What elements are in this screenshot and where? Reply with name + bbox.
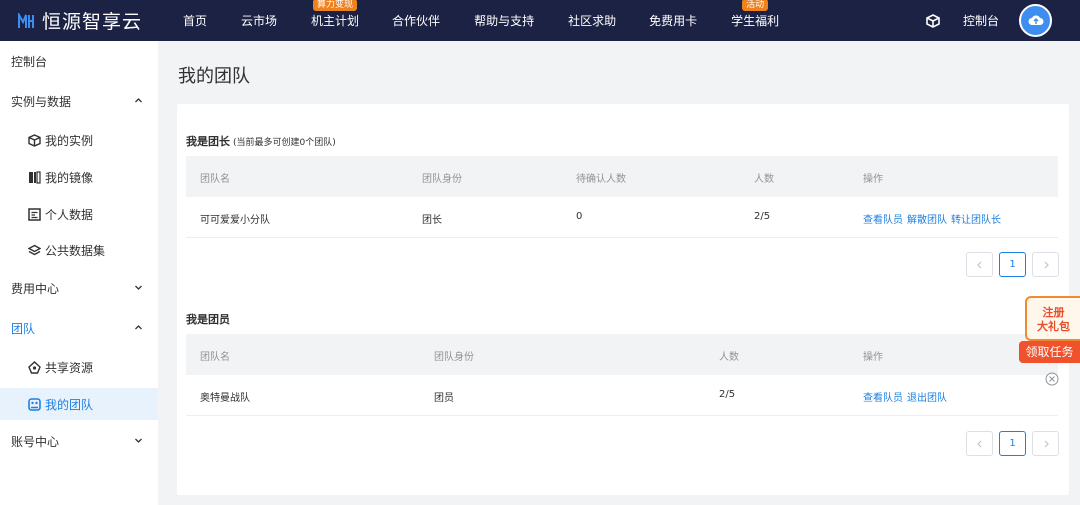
nav-home[interactable]: 首页 — [183, 12, 207, 29]
nav-student[interactable]: 学生福利 活动 — [731, 0, 779, 29]
leader-table-header: 团队名 团队身份 待确认人数 人数 操作 — [186, 156, 1058, 197]
nav-host-plan[interactable]: 机主计划 算力变现 — [311, 0, 359, 29]
table-row: 奥特曼战队 团员 2/5 查看队员 退出团队 — [186, 375, 1058, 416]
sidebar-item-my-instances[interactable]: 我的实例 — [0, 124, 158, 156]
th-team-name: 团队名 — [200, 174, 230, 185]
member-pagination: 1 — [960, 431, 1059, 456]
layers-icon — [28, 244, 41, 257]
th-pending: 待确认人数 — [576, 174, 626, 185]
sidebar-item-public-datasets[interactable]: 公共数据集 — [0, 234, 158, 266]
nav-badge: 算力变现 — [313, 0, 358, 11]
promo-line2: 大礼包 — [1037, 320, 1070, 333]
th-team-role: 团队身份 — [434, 352, 474, 363]
nav-badge: 活动 — [742, 0, 769, 11]
leader-section-note: (当前最多可创建0个团队) — [233, 138, 336, 148]
th-team-name: 团队名 — [200, 352, 230, 363]
sidebar-item-shared-resources[interactable]: 共享资源 — [0, 351, 158, 383]
main-nav: 首页 云市场 机主计划 算力变现 合作伙伴 帮助与支持 社区求助 免费用卡 学生福… — [180, 0, 779, 41]
th-actions: 操作 — [863, 352, 883, 363]
brand-name: 恒源智享云 — [42, 11, 143, 33]
team-icon — [28, 397, 41, 411]
chevron-left-icon — [976, 440, 981, 447]
top-navbar: 恒源智享云 首页 云市场 机主计划 算力变现 合作伙伴 帮助与支持 社区求助 免费… — [0, 0, 1080, 41]
chevron-down-icon — [135, 438, 142, 443]
row-actions: 查看队员 解散团队 转让团队长 — [863, 211, 1005, 226]
chevron-down-icon — [135, 285, 142, 290]
page-title: 我的团队 — [178, 66, 250, 87]
data-icon — [28, 207, 41, 221]
leave-team-link[interactable]: 退出团队 — [907, 393, 947, 404]
team-role: 团员 — [434, 393, 454, 404]
team-role: 团长 — [422, 215, 442, 226]
th-team-role: 团队身份 — [422, 174, 462, 185]
nav-market[interactable]: 云市场 — [241, 12, 277, 29]
top-right: 控制台 — [926, 0, 1052, 41]
member-count: 2/5 — [719, 389, 736, 400]
avatar[interactable] — [1019, 4, 1052, 37]
sidebar-item-console[interactable]: 控制台 — [0, 45, 158, 77]
page-number-button[interactable]: 1 — [999, 252, 1026, 277]
th-actions: 操作 — [863, 174, 883, 185]
view-members-link[interactable]: 查看队员 — [863, 215, 903, 226]
close-icon[interactable] — [1045, 372, 1059, 386]
sidebar: 控制台 实例与数据 我的实例 我的镜像 个人数据 公共数据集 费用中心 团队 共… — [0, 41, 158, 505]
team-name: 可可爱爱小分队 — [200, 215, 270, 226]
leader-pagination: 1 — [960, 252, 1059, 277]
team-card: 我是团长 (当前最多可创建0个团队) 团队名 团队身份 待确认人数 人数 操作 可… — [177, 104, 1069, 495]
next-page-button[interactable] — [1032, 431, 1059, 456]
transfer-leader-link[interactable]: 转让团队长 — [951, 215, 1001, 226]
promo-gift: 注册 大礼包 — [1025, 296, 1080, 341]
chevron-right-icon — [1044, 261, 1049, 268]
member-table-header: 团队名 团队身份 人数 操作 — [186, 334, 1058, 375]
promo-widget[interactable]: 注册 大礼包 领取任务 — [1019, 296, 1080, 367]
prev-page-button[interactable] — [966, 431, 993, 456]
sidebar-item-my-images[interactable]: 我的镜像 — [0, 161, 158, 193]
disband-team-link[interactable]: 解散团队 — [907, 215, 947, 226]
sidebar-item-account[interactable]: 账号中心 — [0, 425, 158, 457]
sidebar-item-my-teams[interactable]: 我的团队 — [0, 388, 158, 420]
sidebar-item-team[interactable]: 团队 — [0, 312, 158, 344]
chevron-left-icon — [976, 261, 981, 268]
table-row: 可可爱爱小分队 团长 0 2/5 查看队员 解散团队 转让团队长 — [186, 197, 1058, 238]
next-page-button[interactable] — [1032, 252, 1059, 277]
chevron-up-icon — [135, 98, 142, 103]
cube-icon — [28, 133, 41, 147]
nav-help[interactable]: 帮助与支持 — [474, 12, 534, 29]
cloud-upload-icon — [1028, 15, 1043, 25]
promo-line1: 注册 — [1042, 306, 1065, 319]
nav-free-gpu[interactable]: 免费用卡 — [649, 12, 697, 29]
member-section-title: 我是团员 — [186, 313, 230, 326]
view-members-link[interactable]: 查看队员 — [863, 393, 903, 404]
chevron-right-icon — [1044, 440, 1049, 447]
pending-count: 0 — [576, 211, 583, 222]
sidebar-item-personal-data[interactable]: 个人数据 — [0, 198, 158, 230]
share-icon — [28, 360, 41, 374]
nav-partners[interactable]: 合作伙伴 — [392, 12, 440, 29]
member-count: 2/5 — [754, 211, 771, 222]
sidebar-item-billing[interactable]: 费用中心 — [0, 272, 158, 304]
row-actions: 查看队员 退出团队 — [863, 389, 951, 404]
cube-icon[interactable] — [926, 13, 940, 28]
th-members: 人数 — [719, 352, 739, 363]
page-number-button[interactable]: 1 — [999, 431, 1026, 456]
console-link[interactable]: 控制台 — [963, 12, 999, 29]
brand-logo-icon — [18, 12, 34, 28]
nav-community[interactable]: 社区求助 — [568, 12, 616, 29]
brand[interactable]: 恒源智享云 — [0, 7, 180, 34]
leader-section-title: 我是团长 (当前最多可创建0个团队) — [186, 135, 336, 148]
team-name: 奥特曼战队 — [200, 393, 250, 404]
prev-page-button[interactable] — [966, 252, 993, 277]
sidebar-item-instances-data[interactable]: 实例与数据 — [0, 85, 158, 117]
th-members: 人数 — [754, 174, 774, 185]
claim-task-button[interactable]: 领取任务 — [1019, 341, 1080, 363]
chevron-up-icon — [135, 325, 142, 330]
image-layers-icon — [28, 170, 41, 184]
